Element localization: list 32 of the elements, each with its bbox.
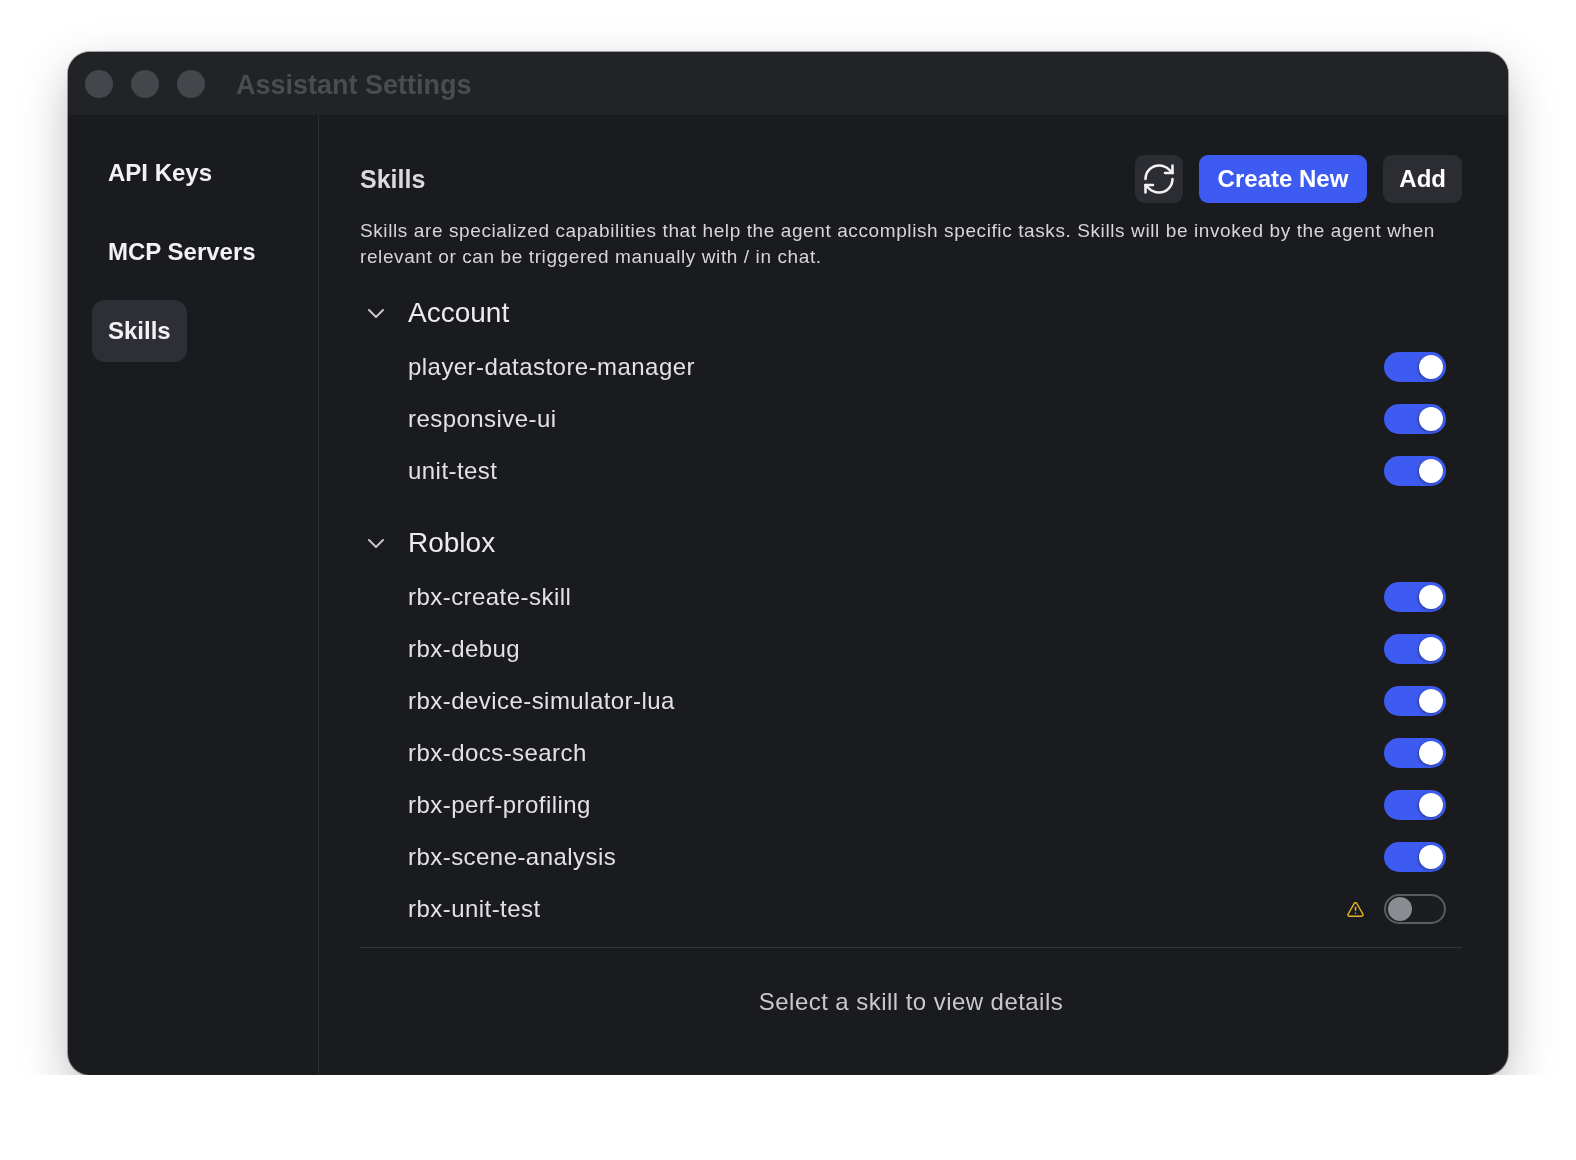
skill-name[interactable]: unit-test [408,457,498,485]
group-header[interactable]: Account [360,285,1462,341]
skill-name[interactable]: rbx-unit-test [408,895,541,923]
create-new-button[interactable]: Create New [1198,155,1368,203]
refresh-button[interactable] [1134,155,1183,203]
sidebar-item[interactable]: MCP Servers [92,221,272,283]
toggle-switch[interactable] [1384,894,1446,924]
skill-name[interactable]: responsive-ui [408,405,557,433]
section-title: Skills [360,164,426,194]
toggle-switch[interactable] [1384,686,1446,716]
sidebar-item[interactable]: API Keys [92,142,229,204]
refresh-icon [1143,164,1174,194]
skill-name[interactable]: rbx-scene-analysis [408,843,617,871]
toggle-switch[interactable] [1384,790,1446,820]
skill-name[interactable]: rbx-docs-search [408,739,587,767]
toggle-switch[interactable] [1384,352,1446,382]
toggle-switch[interactable] [1384,738,1446,768]
details-message: Select a skill to view details [758,988,1064,1016]
toggle-switch[interactable] [1384,842,1446,872]
group-header[interactable]: Roblox [360,515,1462,571]
skill-name[interactable]: player-datastore-manager [408,353,695,381]
skill-name[interactable]: rbx-perf-profiling [408,791,591,819]
toggle-switch[interactable] [1384,582,1446,612]
skill-name[interactable]: rbx-debug [408,635,521,663]
skill-name[interactable]: rbx-create-skill [408,583,572,611]
toggle-switch[interactable] [1384,404,1446,434]
section-description: Skills are specialized capabilities that help the agent accomplish specific tasks. Skills will be invoked by the agent when relevant or can be triggered manually with / in chat. [360,219,1436,269]
sidebar-item[interactable]: Skills [92,300,187,362]
add-button[interactable]: Add [1383,155,1462,203]
skill-name[interactable]: rbx-device-simulator-lua [408,687,675,715]
toggle-switch[interactable] [1384,634,1446,664]
toggle-switch[interactable] [1384,456,1446,486]
